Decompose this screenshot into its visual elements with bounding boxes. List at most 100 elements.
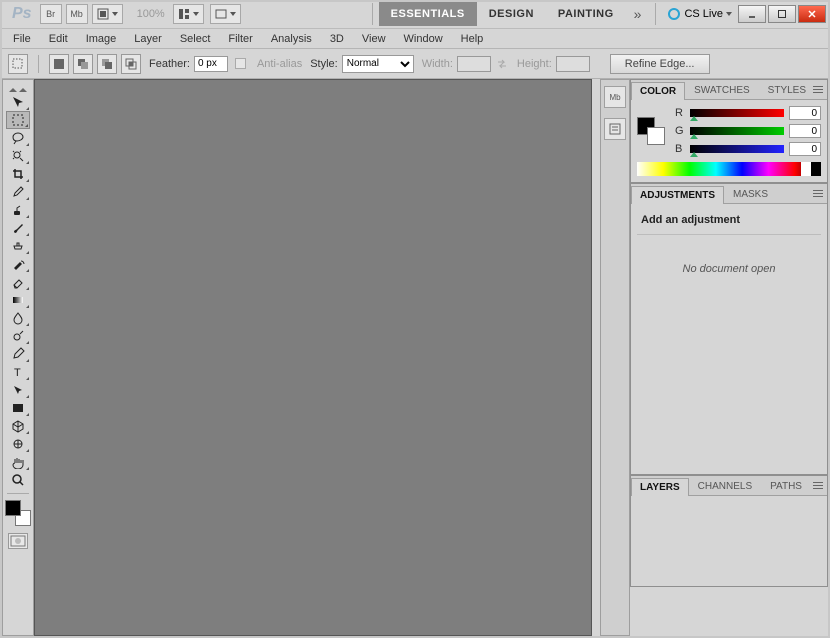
cs-live-icon <box>668 8 680 20</box>
zoom-level[interactable]: 100% <box>137 8 165 20</box>
document-canvas[interactable] <box>34 79 592 636</box>
window-minimize-button[interactable] <box>738 5 766 23</box>
options-bar: Feather: Anti-alias Style: Normal Width:… <box>0 49 830 79</box>
swap-dimensions-icon <box>495 57 509 71</box>
arrange-documents-dropdown[interactable] <box>173 4 204 24</box>
tool-pen[interactable] <box>6 345 30 363</box>
anti-alias-label: Anti-alias <box>257 58 302 70</box>
height-input <box>556 56 590 72</box>
svg-text:T: T <box>14 367 21 379</box>
mini-bridge-panel-button[interactable]: Mb <box>604 86 626 108</box>
tool-lasso[interactable] <box>6 129 30 147</box>
menu-edit[interactable]: Edit <box>40 31 77 47</box>
tool-zoom[interactable] <box>6 471 30 489</box>
b-slider[interactable] <box>690 145 784 153</box>
tool-dodge[interactable] <box>6 327 30 345</box>
tool-quick-selection[interactable] <box>6 147 30 165</box>
tab-swatches[interactable]: SWATCHES <box>685 81 759 99</box>
menu-filter[interactable]: Filter <box>219 31 261 47</box>
menu-window[interactable]: Window <box>395 31 452 47</box>
window-maximize-button[interactable] <box>768 5 796 23</box>
layers-panel: LAYERS CHANNELS PATHS <box>630 475 828 587</box>
tool-crop[interactable] <box>6 165 30 183</box>
tool-blur[interactable] <box>6 309 30 327</box>
color-panel-swatches[interactable] <box>637 117 665 145</box>
color-swatches[interactable] <box>5 500 31 526</box>
tool-brush[interactable] <box>6 219 30 237</box>
tool-3d-camera[interactable] <box>6 435 30 453</box>
width-input <box>457 56 491 72</box>
g-slider[interactable] <box>690 127 784 135</box>
g-input[interactable] <box>789 124 821 138</box>
tab-layers[interactable]: LAYERS <box>631 478 689 496</box>
minibridge-button[interactable]: Mb <box>66 4 88 24</box>
workspace-painting[interactable]: PAINTING <box>546 2 626 26</box>
tool-3d-object[interactable] <box>6 417 30 435</box>
tools-collapse-button[interactable] <box>5 84 31 92</box>
refine-edge-button[interactable]: Refine Edge... <box>610 54 710 74</box>
adjustments-message: No document open <box>637 235 821 303</box>
selection-new-icon[interactable] <box>49 54 69 74</box>
menu-image[interactable]: Image <box>77 31 126 47</box>
screen-mode-dropdown[interactable] <box>210 4 241 24</box>
view-extras-dropdown[interactable] <box>92 4 123 24</box>
color-spectrum-bar[interactable] <box>637 162 821 176</box>
tool-preset-picker[interactable] <box>8 54 28 74</box>
menu-select[interactable]: Select <box>171 31 220 47</box>
menu-view[interactable]: View <box>353 31 395 47</box>
tab-masks[interactable]: MASKS <box>724 185 777 203</box>
workspace-design[interactable]: DESIGN <box>477 2 546 26</box>
b-label: B <box>675 143 685 155</box>
tool-rectangular-marquee[interactable] <box>6 111 30 129</box>
feather-input[interactable] <box>194 56 228 72</box>
tab-styles[interactable]: STYLES <box>759 81 815 99</box>
width-label: Width: <box>422 58 453 70</box>
layers-panel-menu[interactable] <box>811 479 825 491</box>
tool-rectangle-shape[interactable] <box>6 399 30 417</box>
adjustments-panel-menu[interactable] <box>811 187 825 199</box>
tool-path-selection[interactable] <box>6 381 30 399</box>
tool-eraser[interactable] <box>6 273 30 291</box>
menu-analysis[interactable]: Analysis <box>262 31 321 47</box>
bridge-button[interactable]: Br <box>40 4 62 24</box>
menu-help[interactable]: Help <box>452 31 493 47</box>
tool-clone-stamp[interactable] <box>6 237 30 255</box>
foreground-color[interactable] <box>5 500 21 516</box>
tool-spot-healing[interactable] <box>6 201 30 219</box>
tool-eyedropper[interactable] <box>6 183 30 201</box>
tab-paths[interactable]: PATHS <box>761 477 811 495</box>
tab-color[interactable]: COLOR <box>631 82 685 100</box>
tool-move[interactable] <box>6 93 30 111</box>
tools-panel: T <box>2 79 34 636</box>
window-close-button[interactable] <box>798 5 826 23</box>
tool-hand[interactable] <box>6 453 30 471</box>
menu-file[interactable]: File <box>4 31 40 47</box>
r-slider[interactable] <box>690 109 784 117</box>
workspace-overflow-button[interactable]: » <box>626 6 650 22</box>
style-select[interactable]: Normal <box>342 55 414 73</box>
cs-live-button[interactable]: CS Live <box>668 8 732 20</box>
workspace-essentials[interactable]: ESSENTIALS <box>379 2 477 26</box>
menu-3d[interactable]: 3D <box>321 31 353 47</box>
tool-history-brush[interactable] <box>6 255 30 273</box>
tab-adjustments[interactable]: ADJUSTMENTS <box>631 186 724 204</box>
b-input[interactable] <box>789 142 821 156</box>
application-bar: Ps Br Mb 100% ESSENTIALS DESIGN PAINTING… <box>0 0 830 29</box>
app-logo: Ps <box>4 5 40 23</box>
quick-mask-button[interactable] <box>8 533 28 549</box>
tool-type[interactable]: T <box>6 363 30 381</box>
r-input[interactable] <box>789 106 821 120</box>
style-label: Style: <box>310 58 338 70</box>
feather-label: Feather: <box>149 58 190 70</box>
selection-add-icon[interactable] <box>73 54 93 74</box>
cs-live-label: CS Live <box>684 8 723 20</box>
tool-gradient[interactable] <box>6 291 30 309</box>
tab-channels[interactable]: CHANNELS <box>689 477 761 495</box>
menu-layer[interactable]: Layer <box>125 31 171 47</box>
color-panel: COLOR SWATCHES STYLES R G B <box>630 79 828 183</box>
history-panel-button[interactable] <box>604 118 626 140</box>
selection-subtract-icon[interactable] <box>97 54 117 74</box>
color-panel-menu[interactable] <box>811 83 825 95</box>
selection-intersect-icon[interactable] <box>121 54 141 74</box>
anti-alias-checkbox <box>235 58 246 69</box>
